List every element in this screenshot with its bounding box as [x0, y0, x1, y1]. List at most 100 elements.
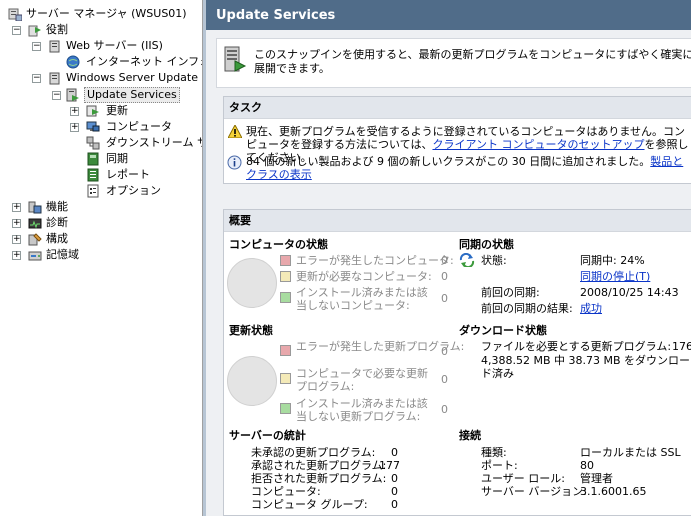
needed-swatch [280, 373, 291, 384]
stat-label: コンピュータ: [251, 485, 321, 498]
sync-icon [87, 152, 99, 166]
options-icon [87, 184, 99, 198]
sync-state-value: 同期中: 24% [580, 254, 645, 267]
server-stats-title: サーバーの統計 [229, 429, 306, 442]
expand-toggle[interactable]: + [12, 251, 21, 260]
tree-item-label: コンピュータ [106, 120, 172, 133]
stat-label: 拒否された更新プログラム: [251, 472, 387, 485]
intro-banner: このスナップインを使用すると、最新の更新プログラムをコンピュータにすばやく確実に… [216, 38, 691, 88]
updates-error-label: エラーが発生した更新プログラム: [296, 340, 465, 353]
conn-value: ローカルまたは SSL [580, 446, 681, 459]
stat-value: 177 [379, 459, 400, 472]
tasks-panel: タスク 現在、更新プログラムを受信するように登録されているコンピュータはありませ… [223, 96, 691, 184]
collapse-toggle[interactable]: − [32, 42, 41, 51]
last-sync-value: 2008/10/25 14:43 [580, 286, 679, 299]
computers-needing-label: 更新が必要なコンピュータ: [296, 270, 432, 283]
last-sync-result-label: 前回の同期の結果: [481, 302, 573, 315]
configuration-icon [28, 233, 42, 246]
last-sync-label: 前回の同期: [481, 286, 540, 299]
stat-value: 0 [391, 498, 398, 511]
wsus-role-icon [49, 72, 60, 85]
reports-icon [87, 168, 99, 182]
computers-error-count: 0 [441, 254, 448, 267]
tree-item-label: Web サーバー (IIS) [66, 39, 163, 52]
diagnostics-icon [28, 218, 42, 229]
features-icon [28, 201, 42, 214]
connection-title: 接続 [459, 429, 481, 442]
conn-value: 3.1.6001.65 [580, 485, 647, 498]
computer-status-title: コンピュータの状態 [229, 238, 328, 251]
needed-swatch [280, 271, 291, 282]
expand-toggle[interactable]: + [70, 107, 79, 116]
updates-icon [86, 105, 99, 117]
conn-label: 種類: [481, 446, 507, 459]
error-swatch [280, 345, 291, 356]
overview-panel: 概要 コンピュータの状態 エラーが発生したコンピュータ: 0 更新が必要なコンピ… [223, 209, 691, 516]
tree-item-label: 更新 [106, 104, 128, 117]
sync-arrows-icon [459, 253, 475, 267]
download-status-title: ダウンロード状態 [459, 324, 547, 337]
tree-item-label: 機能 [46, 200, 68, 213]
expand-toggle[interactable]: + [12, 235, 21, 244]
expand-toggle[interactable]: + [70, 123, 79, 132]
downstream-servers-icon [86, 136, 100, 150]
stat-value: 0 [391, 485, 398, 498]
conn-label: サーバー バージョン: [481, 485, 587, 498]
stat-value: 0 [391, 446, 398, 459]
stat-label: コンピュータ グループ: [251, 498, 368, 511]
web-server-icon [49, 40, 60, 53]
updates-ok-count: 0 [441, 403, 448, 416]
tree-item-label: 診断 [46, 216, 68, 229]
collapse-toggle[interactable]: − [12, 26, 21, 35]
pane-title: Update Services [203, 0, 691, 30]
overview-title: 概要 [224, 210, 691, 232]
computers-ok-label: インストール済みまたは該当しないコンピュータ: [296, 286, 428, 312]
server-manager-icon [8, 8, 22, 21]
collapse-toggle[interactable]: − [32, 74, 41, 83]
update-status-pie [227, 356, 277, 406]
tasks-title: タスク [224, 97, 691, 119]
conn-label: ポート: [481, 459, 518, 472]
intro-text: このスナップインを使用すると、最新の更新プログラムをコンピュータにすばやく確実に… [254, 48, 691, 75]
details-pane: Update Services このスナップインを使用すると、最新の更新プログラ… [203, 0, 691, 516]
updates-needing-files-label: ファイルを必要とする更新プログラム: [481, 340, 672, 353]
stop-sync-link[interactable]: 同期の停止(T) [580, 270, 650, 283]
computers-error-label: エラーが発生したコンピュータ: [296, 254, 454, 267]
tree-item-label: 構成 [46, 232, 68, 245]
console-tree: サーバー マネージャ (WSUS01) − 役割 − Web サーバー (IIS… [0, 0, 203, 516]
last-sync-result-link[interactable]: 成功 [580, 302, 602, 315]
computers-icon [86, 121, 100, 132]
update-services-icon [66, 88, 79, 102]
updates-ok-label: インストール済みまたは該当しない更新プログラム: [296, 397, 428, 423]
tree-item-label: サーバー マネージャ (WSUS01) [26, 7, 187, 20]
error-swatch [280, 255, 291, 266]
updates-needed-count: 0 [441, 373, 448, 386]
tree-item-label: Update Services [84, 87, 180, 103]
tree-item-label: 記憶域 [46, 248, 79, 261]
sync-state-label: 状態: [481, 254, 507, 267]
client-setup-link[interactable]: クライアント コンピュータのセットアップ [432, 138, 644, 151]
tree-item-label: インターネット インフォメ [86, 55, 202, 68]
computers-needing-count: 0 [441, 270, 448, 283]
wsus-server-icon [224, 46, 247, 72]
storage-icon [28, 251, 42, 261]
warning-icon [228, 125, 242, 138]
sync-status-title: 同期の状態 [459, 238, 514, 251]
tree-item-label: 同期 [106, 152, 128, 165]
roles-icon [28, 25, 41, 37]
tree-item-label: ダウンストリーム サー [106, 136, 202, 149]
updates-needing-files-value: 176 [672, 340, 691, 353]
expand-toggle[interactable]: + [12, 219, 21, 228]
update-status-title: 更新状態 [229, 324, 273, 337]
tree-item-label: オプション [106, 184, 161, 197]
stat-label: 未承認の更新プログラム: [251, 446, 376, 459]
tasks-info-text: 84 個の新しい製品および 9 個の新しいクラスがこの 30 日間に追加されまし… [246, 155, 684, 181]
updates-needed-label: コンピュータで必要な更新プログラム: [296, 367, 428, 393]
computers-ok-count: 0 [441, 292, 448, 305]
conn-value: 管理者 [580, 472, 613, 485]
expand-toggle[interactable]: + [12, 203, 21, 212]
stat-label: 承認された更新プログラム: [251, 459, 387, 472]
tree-item-label: Windows Server Update S [66, 71, 203, 84]
download-progress-text: 4,388.52 MB 中 38.73 MB をダウンロード済み [481, 354, 691, 380]
collapse-toggle[interactable]: − [52, 91, 61, 100]
